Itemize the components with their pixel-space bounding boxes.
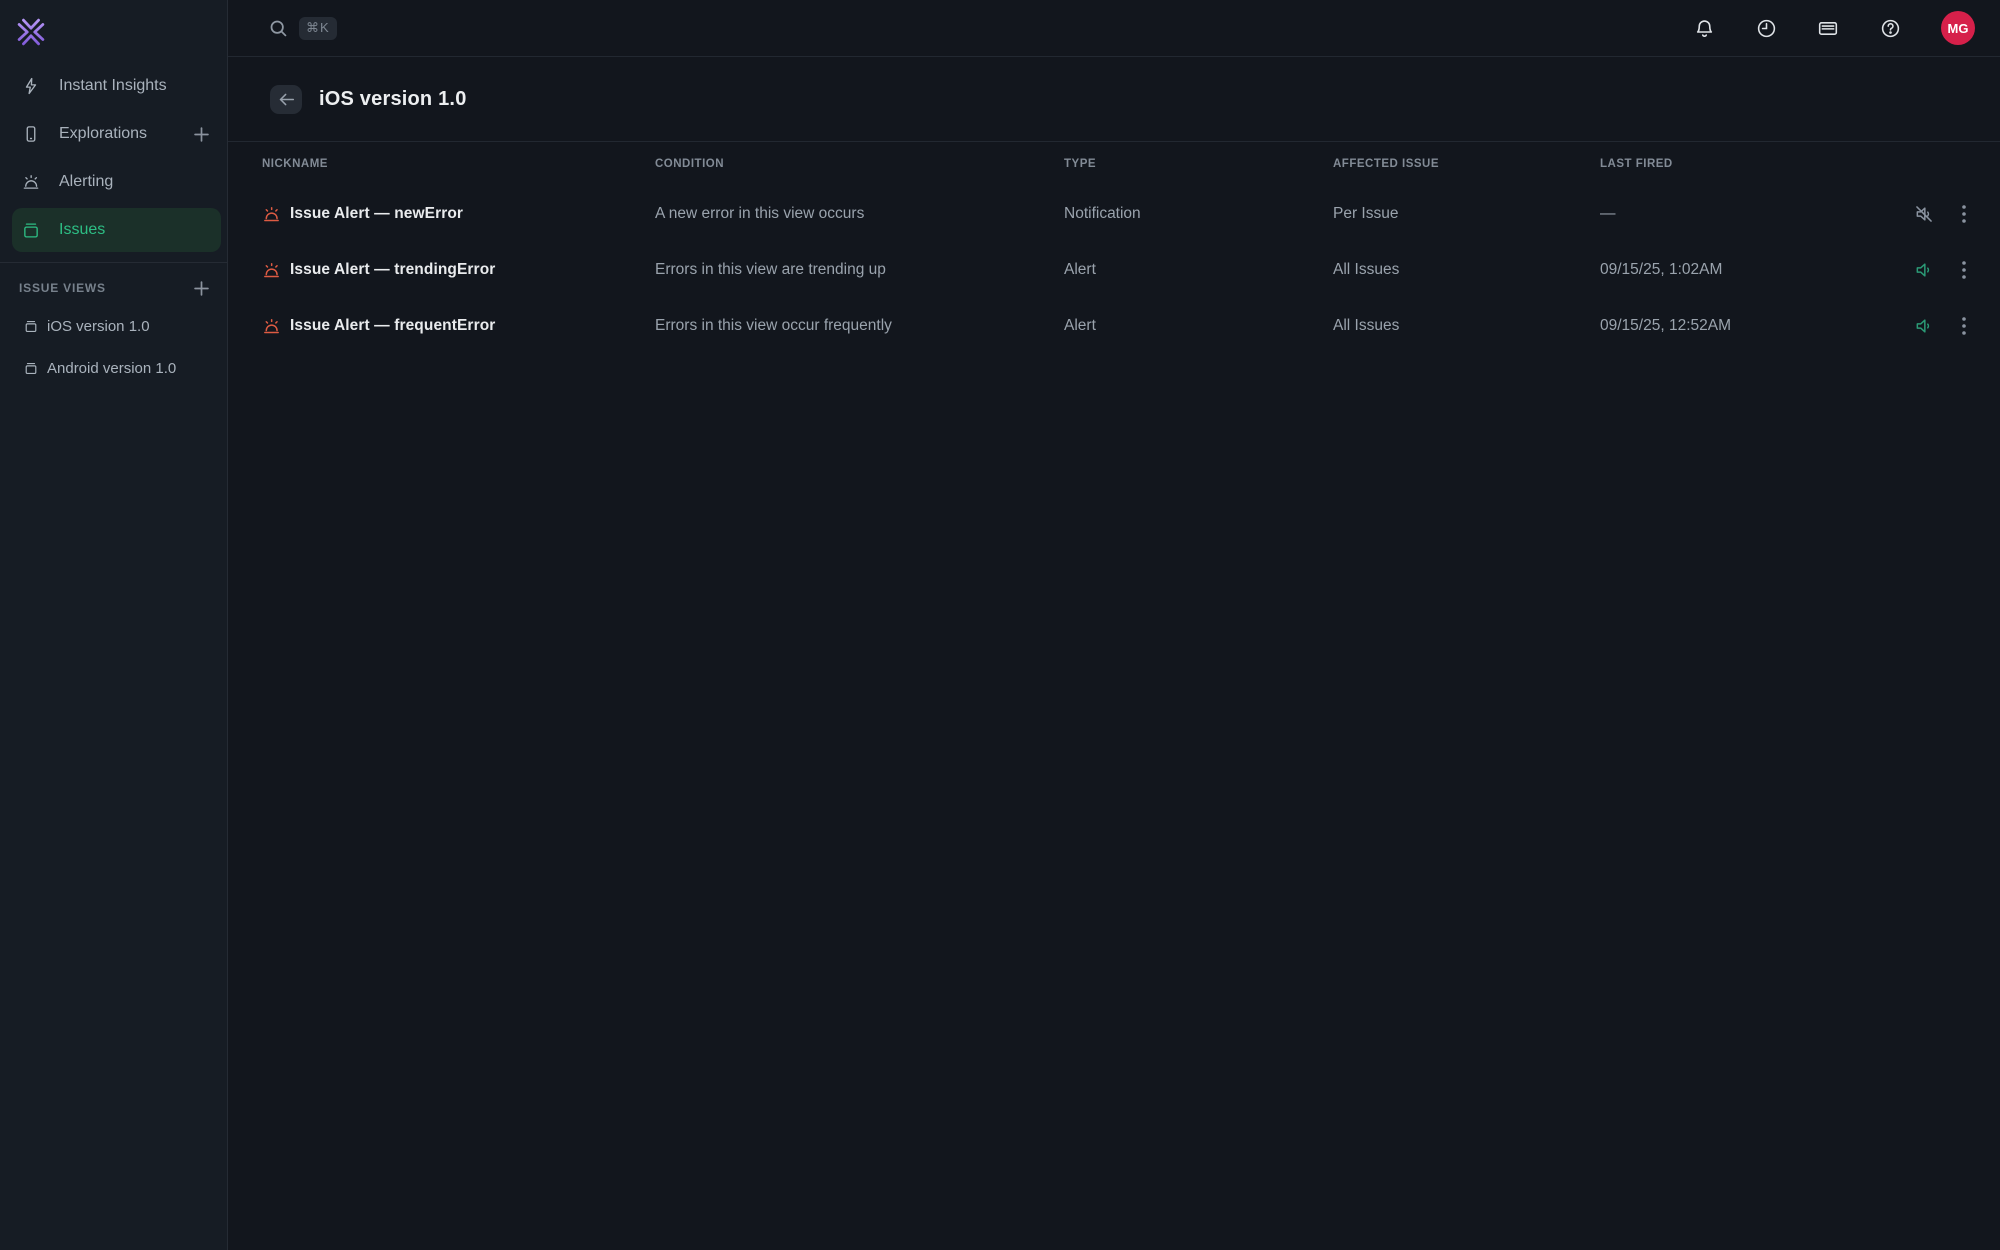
topbar-actions: MG (1693, 11, 1975, 45)
alert-last-fired: — (1600, 205, 1880, 223)
row-menu-kebab-icon[interactable] (1956, 260, 1972, 280)
starburst-logo-icon (17, 18, 45, 46)
table-row[interactable]: Issue Alert — frequentError Errors in th… (228, 298, 2000, 354)
user-avatar[interactable]: MG (1941, 11, 1975, 45)
history-clock-icon[interactable] (1755, 17, 1777, 39)
add-issue-view-button[interactable] (191, 278, 211, 298)
alarm-siren-icon (262, 261, 281, 280)
sound-on-icon (1914, 260, 1934, 280)
sidebar-item-label: Explorations (59, 125, 147, 143)
table-row[interactable]: Issue Alert — trendingError Errors in th… (228, 242, 2000, 298)
sidebar-item-alerting[interactable]: Alerting (12, 160, 221, 204)
keyboard-icon[interactable] (1817, 17, 1839, 39)
sidebar-item-label: Alerting (59, 173, 113, 191)
table-body: Issue Alert — newError A new error in th… (228, 186, 2000, 354)
nickname-cell: Issue Alert — newError (262, 205, 655, 224)
sidebar-item-label: Android version 1.0 (47, 360, 176, 377)
table-header-row: NICKNAME CONDITION TYPE AFFECTED ISSUE L… (228, 142, 2000, 186)
column-header-condition: CONDITION (655, 158, 1064, 170)
column-header-nickname: NICKNAME (262, 158, 655, 170)
notifications-bell-icon[interactable] (1693, 17, 1715, 39)
row-menu-kebab-icon[interactable] (1956, 316, 1972, 336)
alert-type: Alert (1064, 317, 1333, 335)
row-actions (1880, 204, 1972, 224)
box-icon (22, 219, 40, 241)
main-area: ⌘K MG iOS version 1.0 NICKNAME COND (228, 0, 2000, 354)
mute-toggle-button[interactable] (1914, 316, 1934, 336)
alert-type: Notification (1064, 205, 1333, 223)
sidebar-item-label: iOS version 1.0 (47, 318, 150, 335)
alert-last-fired: 09/15/25, 1:02AM (1600, 261, 1880, 279)
alert-affected-issue: All Issues (1333, 317, 1600, 335)
issue-views-list: iOS version 1.0 Android version 1.0 (0, 305, 227, 389)
issue-views-section-header: ISSUE VIEWS (19, 277, 211, 299)
alarm-siren-icon (262, 317, 281, 336)
column-header-affected-issue: AFFECTED ISSUE (1333, 158, 1600, 170)
sidebar-item-label: Instant Insights (59, 77, 167, 95)
sound-muted-icon (1914, 204, 1934, 224)
alert-condition: A new error in this view occurs (655, 205, 1064, 223)
nickname-cell: Issue Alert — trendingError (262, 261, 655, 280)
nickname-cell: Issue Alert — frequentError (262, 317, 655, 336)
sidebar-item-issues[interactable]: Issues (12, 208, 221, 252)
sound-on-icon (1914, 316, 1934, 336)
alert-last-fired: 09/15/25, 12:52AM (1600, 317, 1880, 335)
search-shortcut-badge: ⌘K (299, 17, 337, 40)
app-logo[interactable] (0, 0, 227, 62)
page-header: iOS version 1.0 (228, 57, 2000, 142)
alarm-bell-icon (22, 171, 40, 193)
alert-nickname: Issue Alert — frequentError (290, 317, 495, 335)
row-actions (1880, 260, 1972, 280)
topbar: ⌘K MG (228, 0, 2000, 57)
alert-condition: Errors in this view are trending up (655, 261, 1064, 279)
mute-toggle-button[interactable] (1914, 204, 1934, 224)
sidebar-item-explorations[interactable]: Explorations (12, 112, 221, 156)
box-icon (24, 316, 38, 336)
column-header-last-fired: LAST FIRED (1600, 158, 1880, 170)
row-menu-kebab-icon[interactable] (1956, 204, 1972, 224)
alert-affected-issue: Per Issue (1333, 205, 1600, 223)
issue-views-label: ISSUE VIEWS (19, 281, 106, 295)
sidebar-item-label: Issues (59, 221, 105, 239)
alarm-siren-icon (262, 205, 281, 224)
box-icon (24, 358, 38, 378)
global-search[interactable]: ⌘K (268, 17, 337, 40)
mute-toggle-button[interactable] (1914, 260, 1934, 280)
column-header-type: TYPE (1064, 158, 1333, 170)
alert-affected-issue: All Issues (1333, 261, 1600, 279)
alert-nickname: Issue Alert — newError (290, 205, 463, 223)
sidebar-item-instant-insights[interactable]: Instant Insights (12, 64, 221, 108)
sidebar-divider (0, 262, 227, 263)
lightning-icon (22, 75, 40, 97)
add-exploration-button[interactable] (191, 124, 211, 144)
page-title: iOS version 1.0 (319, 88, 467, 111)
back-button[interactable] (270, 85, 302, 114)
sidebar: Instant Insights Explorations Alerting I… (0, 0, 228, 1250)
alert-nickname: Issue Alert — trendingError (290, 261, 495, 279)
search-icon (268, 18, 289, 39)
phone-icon (22, 123, 40, 145)
alert-condition: Errors in this view occur frequently (655, 317, 1064, 335)
sidebar-item-android-version[interactable]: Android version 1.0 (0, 347, 227, 389)
help-icon[interactable] (1879, 17, 1901, 39)
alert-type: Alert (1064, 261, 1333, 279)
alerts-table: NICKNAME CONDITION TYPE AFFECTED ISSUE L… (228, 142, 2000, 354)
sidebar-item-ios-version[interactable]: iOS version 1.0 (0, 305, 227, 347)
table-row[interactable]: Issue Alert — newError A new error in th… (228, 186, 2000, 242)
sidebar-nav: Instant Insights Explorations Alerting I… (0, 64, 227, 252)
row-actions (1880, 316, 1972, 336)
